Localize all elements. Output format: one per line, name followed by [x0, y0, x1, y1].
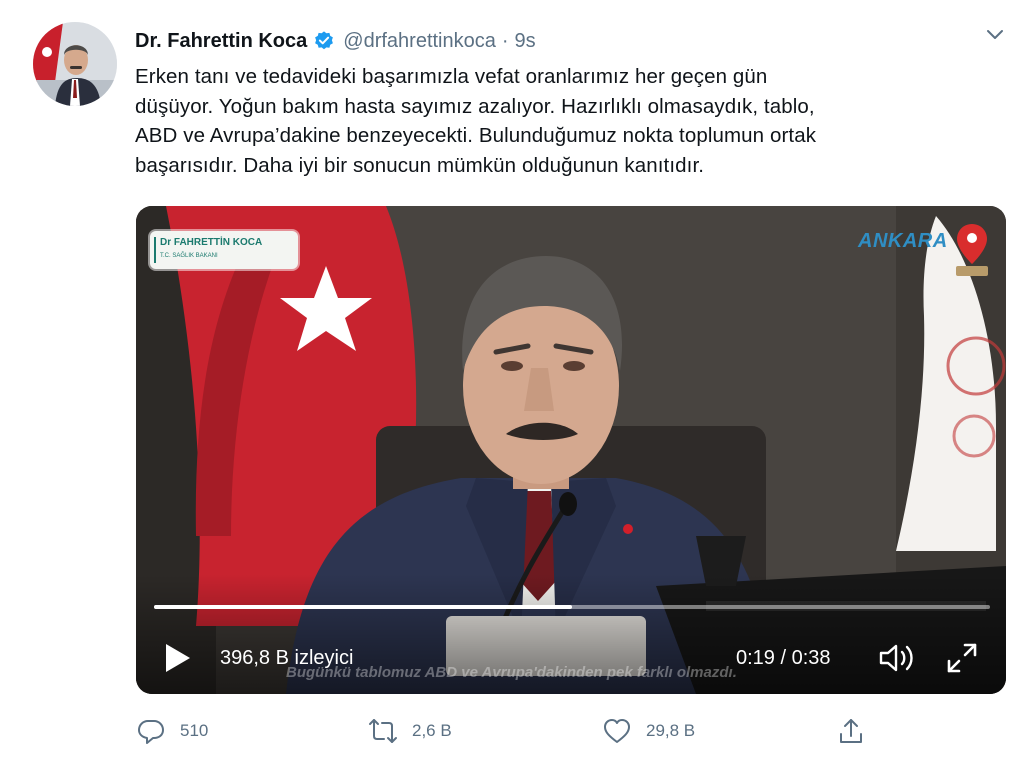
reply-icon	[138, 720, 164, 744]
tweet-header: Dr. Fahrettin Koca @drfahrettinkoca · 9s	[135, 26, 536, 56]
retweet-button[interactable]: 2,6 B	[368, 714, 452, 748]
header-separator: ·	[501, 29, 509, 52]
video-time: 0:19 / 0:38	[736, 647, 831, 669]
video-subtitle: Bugünkü tablomuz ABD ve Avrupa'dakinden …	[286, 664, 737, 681]
volume-icon[interactable]	[878, 642, 918, 674]
video-progress-fill	[154, 605, 572, 609]
verified-badge-icon	[315, 31, 334, 50]
tweet-text-line: başarısıdır. Daha iyi bir sonucun mümkün…	[135, 153, 705, 177]
share-icon	[840, 719, 862, 743]
like-count: 29,8 B	[646, 721, 696, 740]
tweet-actions: 510 2,6 B 29,8 B	[136, 714, 1016, 748]
fullscreen-icon[interactable]	[946, 642, 978, 674]
name-lower-third: Dr FAHRETTİN KOCA T.C. SAĞLIK BAKANI	[150, 231, 298, 269]
tweet-text-line: düşüyor. Yoğun bakım hasta sayımız azalı…	[135, 94, 815, 118]
tweet-text-line: ABD ve Avrupa’dakine benzeyecekti. Bulun…	[135, 124, 817, 147]
author-handle[interactable]: @drfahrettinkoca	[343, 30, 496, 53]
video-player[interactable]: Dr FAHRETTİN KOCA T.C. SAĞLIK BAKANI ANK…	[136, 206, 1006, 694]
retweet-icon	[369, 719, 397, 743]
tweet-text-line: Erken tanı ve tedavideki başarımızla vef…	[135, 65, 768, 88]
lower-third-name: Dr FAHRETTİN KOCA	[160, 237, 263, 248]
location-pin-icon	[956, 224, 988, 276]
author-name[interactable]: Dr. Fahrettin Koca	[135, 30, 307, 53]
view-count: 396,8 B izleyici	[220, 647, 354, 669]
lower-third-title: T.C. SAĞLIK BAKANI	[160, 253, 218, 259]
tweet-text: Erken tanı ve tedavideki başarımızla vef…	[135, 62, 995, 180]
reply-count: 510	[180, 721, 209, 740]
play-icon[interactable]	[162, 642, 192, 674]
profile-photo	[33, 22, 117, 106]
heart-icon	[604, 719, 630, 743]
retweet-count: 2,6 B	[412, 721, 452, 740]
avatar[interactable]	[33, 22, 117, 106]
like-button[interactable]: 29,8 B	[602, 714, 695, 748]
chevron-down-icon[interactable]	[984, 26, 1006, 44]
video-progress-bar[interactable]	[154, 605, 990, 609]
tweet-timestamp[interactable]: 9s	[515, 30, 536, 53]
reply-button[interactable]: 510	[136, 714, 208, 748]
location-label: ANKARA	[858, 230, 948, 252]
share-button[interactable]	[836, 714, 866, 748]
